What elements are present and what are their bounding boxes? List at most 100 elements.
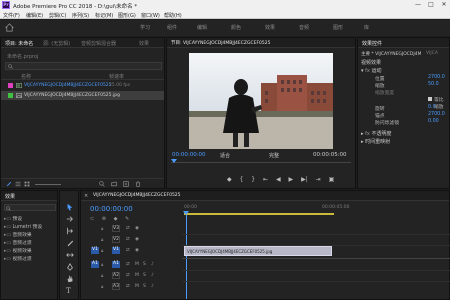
program-timecode-current[interactable]: 00:00:00:00 — [172, 152, 206, 158]
tab-source[interactable]: 源: (无剪辑) — [43, 40, 70, 47]
fx-opacity[interactable]: ▸ fx 不透明度 — [361, 130, 391, 137]
sync-lock-icon[interactable]: ⇄ — [126, 284, 130, 289]
lock-icon[interactable]: 🔒︎ — [101, 262, 103, 268]
expand-chevron-icon[interactable]: ▸ — [361, 131, 364, 137]
list-item[interactable]: ▸▭ 音频效果 — [4, 232, 32, 240]
source-patch-a1[interactable]: A1 — [91, 261, 99, 268]
list-item[interactable]: ▸▭ 视频过渡 — [4, 256, 32, 264]
eye-icon[interactable]: ◉ — [135, 237, 139, 242]
tab-project[interactable]: 项目: 未命名 — [5, 40, 33, 47]
add-marker-icon[interactable]: ◆ — [227, 176, 232, 183]
list-item[interactable]: ▸▭ 音频过渡 — [4, 240, 32, 248]
menu-graphics[interactable]: 图形(G) — [118, 12, 136, 19]
tab-effects-short[interactable]: 效果 — [139, 40, 149, 47]
fx-time-remap[interactable]: ▸ 时间重映射 — [361, 138, 390, 145]
fx-motion[interactable]: ▾ fx 运动 — [361, 67, 381, 74]
step-forward-icon[interactable]: ▶| — [301, 176, 308, 183]
list-item[interactable]: VIJCAYYNEGJOCDJ4MBJJ4ECZGCEF0525.jpg — [1, 91, 164, 100]
close-tab-icon[interactable]: × — [84, 193, 88, 199]
effects-search-input[interactable] — [4, 204, 56, 211]
mic-icon[interactable]: ♪ — [151, 284, 154, 289]
go-to-in-icon[interactable]: ⇤ — [263, 176, 268, 183]
lock-icon[interactable]: 🔒︎ — [101, 237, 103, 243]
pen-tool-icon[interactable] — [66, 263, 74, 271]
minimize-button[interactable]: — — [412, 0, 424, 10]
eye-icon[interactable]: ◉ — [135, 226, 139, 231]
linked-selection-icon[interactable]: ⊗ — [102, 216, 106, 222]
column-name[interactable]: 名称 — [21, 73, 31, 80]
list-item[interactable]: ▸▭ 预设 — [4, 216, 22, 224]
sequence-clip-label[interactable]: VIJCA — [426, 51, 438, 56]
razor-tool-icon[interactable] — [66, 239, 74, 247]
lock-icon[interactable]: 🔒︎ — [101, 248, 103, 254]
program-scrubber[interactable] — [171, 162, 351, 163]
menu-marker[interactable]: 标记(M) — [95, 12, 113, 19]
workspace-audio[interactable]: 音频 — [299, 24, 309, 31]
close-button[interactable]: ✕ — [438, 0, 450, 10]
export-frame-icon[interactable]: ▣ — [329, 176, 335, 183]
lock-icon[interactable]: 🔒︎ — [101, 273, 103, 279]
wrench-icon[interactable]: ✎ — [125, 216, 129, 222]
workspace-learn[interactable]: 学习 — [140, 24, 150, 31]
tab-program[interactable]: 节目: VIJCAYYNEGJOCDJ4MBJJ4ECZGCEF0525 — [171, 40, 270, 46]
work-area-bar[interactable] — [184, 213, 334, 215]
snap-icon[interactable]: ⊂ — [90, 216, 94, 222]
slip-tool-icon[interactable] — [66, 251, 74, 259]
solo-button[interactable]: S — [143, 284, 146, 289]
sync-lock-icon[interactable]: ⇄ — [126, 262, 130, 267]
sync-lock-icon[interactable]: ⇄ — [126, 237, 130, 242]
lock-icon[interactable]: 🔒︎ — [101, 284, 103, 290]
new-item-icon[interactable] — [123, 181, 129, 187]
mic-icon[interactable]: ♪ — [151, 262, 154, 267]
tab-effect-controls[interactable]: 效果控件 — [362, 40, 382, 47]
add-marker-icon[interactable]: ◆ — [114, 216, 118, 222]
property-value[interactable]: 0.0 — [428, 105, 436, 110]
tab-audio-mixer[interactable]: 音频剪辑混合器 — [81, 40, 116, 47]
play-icon[interactable]: ▶ — [289, 176, 294, 183]
menu-window[interactable]: 窗口(W) — [141, 12, 160, 19]
playhead-marker[interactable] — [171, 159, 177, 163]
trash-icon[interactable] — [135, 181, 141, 187]
uniform-scale-checkbox[interactable] — [428, 97, 432, 101]
property-value[interactable]: 2700.0 — [428, 75, 445, 80]
icon-view-icon[interactable] — [24, 181, 30, 187]
sync-lock-icon[interactable]: ⇄ — [126, 248, 130, 253]
solo-button[interactable]: S — [143, 262, 146, 267]
column-fps[interactable]: 帧速率 — [109, 73, 124, 80]
step-back-icon[interactable]: ◀ — [276, 176, 281, 183]
project-search-input[interactable] — [5, 62, 162, 70]
track-label[interactable]: V3 — [112, 225, 120, 232]
menu-sequence[interactable]: 序列(S) — [72, 12, 89, 19]
property-value[interactable]: 2700.0 — [428, 112, 445, 117]
mark-in-icon[interactable]: { — [240, 176, 244, 183]
track-label[interactable]: V2 — [112, 236, 120, 243]
sync-lock-icon[interactable]: ⇄ — [126, 226, 130, 231]
menu-file[interactable]: 文件(F) — [3, 12, 20, 19]
hand-tool-icon[interactable] — [66, 275, 74, 283]
workspace-color[interactable]: 颜色 — [231, 24, 241, 31]
timeline-clip[interactable]: VIJCAYYNEGJOCDJ4MBJJ4ECZGCEF0525.jpg — [184, 246, 332, 256]
menu-help[interactable]: 帮助(H) — [164, 12, 182, 19]
ripple-edit-tool-icon[interactable] — [66, 227, 74, 235]
expand-chevron-icon[interactable]: ▸ — [361, 139, 364, 145]
lock-icon[interactable]: 🔒︎ — [101, 226, 103, 232]
track-label[interactable]: A1 — [112, 261, 120, 268]
quality-dropdown[interactable]: 完整 — [269, 152, 279, 159]
source-patch-v1[interactable]: V1 — [91, 247, 99, 254]
mute-button[interactable]: M — [135, 262, 139, 267]
list-view-icon[interactable] — [15, 181, 21, 187]
track-label[interactable]: A2 — [112, 272, 120, 279]
workspace-libraries[interactable]: 库 — [364, 24, 369, 31]
workspace-graphics[interactable]: 图形 — [333, 24, 343, 31]
selection-tool-icon[interactable] — [66, 203, 74, 211]
home-icon[interactable] — [5, 23, 14, 32]
mute-button[interactable]: M — [135, 284, 139, 289]
go-to-out-icon[interactable]: ⇥ — [316, 176, 321, 183]
master-clip-label[interactable]: 主要 * VIJCAYYNEGJOCDJ4MBJJ4ECZGCEF0525.jp… — [361, 51, 421, 57]
tab-effects[interactable]: 效果 — [5, 193, 15, 200]
fit-dropdown[interactable]: 适合 — [220, 152, 230, 159]
video-viewport[interactable] — [189, 53, 333, 149]
menu-edit[interactable]: 编辑(E) — [26, 12, 43, 19]
mic-icon[interactable]: ♪ — [151, 273, 154, 278]
property-value[interactable]: 50.0 — [428, 82, 439, 87]
